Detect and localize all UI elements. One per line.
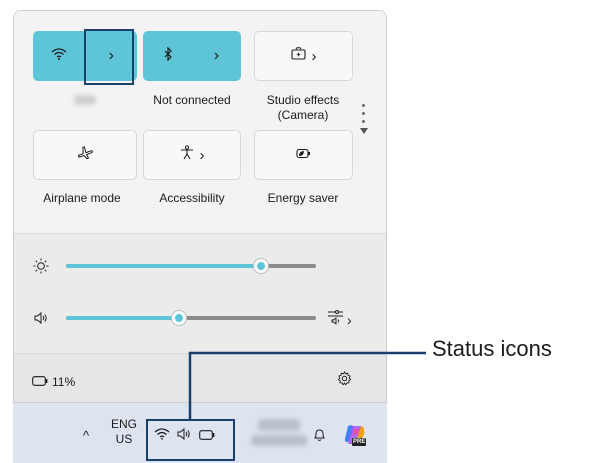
callout-label: Status icons bbox=[432, 336, 552, 361]
callout-line bbox=[188, 351, 426, 419]
